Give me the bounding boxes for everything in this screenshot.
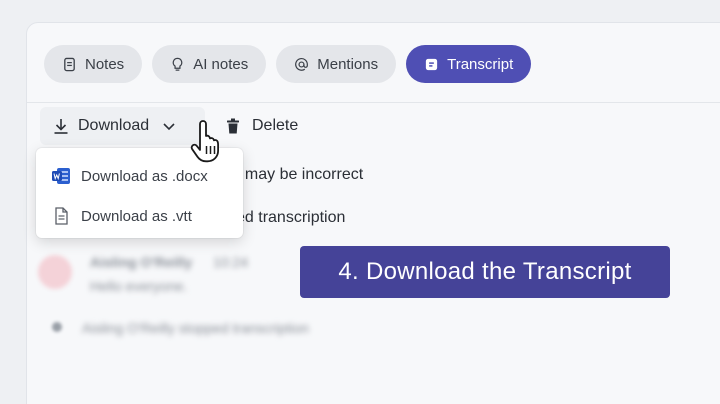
tab-label: Notes <box>85 55 125 73</box>
hand-cursor-icon <box>190 120 219 163</box>
notes-icon <box>64 57 75 71</box>
speaker-name: Aisling O'Reilly <box>90 254 193 270</box>
transcript-toolbar: Download Delete <box>40 107 720 145</box>
download-icon <box>54 119 68 134</box>
download-docx-label: Download as .docx <box>81 167 208 185</box>
transcript-notice-line: t may be incorrect <box>236 166 364 183</box>
tab-ai-notes[interactable]: AI notes <box>152 45 267 83</box>
download-label: Download <box>78 117 150 134</box>
transcript-icon <box>425 58 438 70</box>
avatar <box>38 255 72 289</box>
message-time: 10:24 <box>213 254 249 270</box>
file-icon <box>55 207 68 225</box>
tab-label: Transcript <box>447 55 514 73</box>
transcript-status-line: ed transcription <box>236 209 346 226</box>
step-callout-banner: 4. Download the Transcript <box>300 246 670 298</box>
tab-label: AI notes <box>193 55 249 73</box>
trash-icon <box>227 118 239 134</box>
tab-transcript[interactable]: Transcript <box>406 45 532 83</box>
tab-label: Mentions <box>317 55 379 73</box>
delete-button[interactable]: Delete <box>224 107 298 145</box>
message-text: Hello everyone. <box>90 278 188 294</box>
tab-mentions[interactable]: Mentions <box>276 45 397 83</box>
tab-bar: Notes AI notes Mentions Transcript <box>44 45 532 83</box>
download-vtt-item[interactable]: Download as .vtt <box>36 196 243 236</box>
tab-notes[interactable]: Notes <box>44 45 143 83</box>
at-icon <box>295 57 309 71</box>
download-button[interactable]: Download <box>40 107 205 145</box>
step-callout-text: 4. Download the Transcript <box>338 258 632 285</box>
word-icon <box>52 168 70 184</box>
delete-label: Delete <box>252 117 299 134</box>
event-dot <box>52 322 62 332</box>
divider <box>27 102 720 103</box>
chevron-down-icon <box>163 123 175 131</box>
event-text: Aisling O'Reilly stopped transcription <box>82 320 309 336</box>
download-vtt-label: Download as .vtt <box>81 207 192 225</box>
lightbulb-icon <box>172 57 183 71</box>
